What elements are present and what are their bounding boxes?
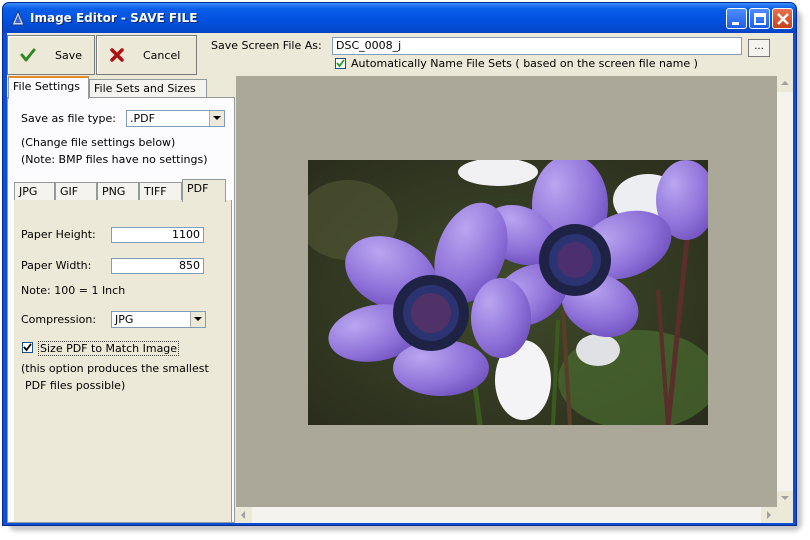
- window-title: Image Editor - SAVE FILE: [30, 11, 198, 25]
- compression-label: Compression:: [21, 313, 97, 326]
- save-button[interactable]: Save: [7, 35, 95, 75]
- dropdown-arrow[interactable]: [209, 111, 224, 126]
- check-icon: [23, 343, 32, 352]
- tab-jpg[interactable]: JPG: [14, 182, 55, 201]
- pdf-settings-panel: Paper Height: 1100 Paper Width: 850 Note…: [14, 200, 232, 522]
- file-type-value: .PDF: [130, 112, 155, 125]
- chevron-right-icon: [767, 511, 771, 519]
- size-to-image-label[interactable]: Size PDF to Match Image: [38, 341, 180, 356]
- cancel-x-icon: [110, 48, 124, 62]
- compression-select[interactable]: JPG: [111, 311, 206, 328]
- close-icon: [777, 13, 789, 25]
- inch-note: Note: 100 = 1 Inch: [21, 284, 126, 297]
- scroll-up-button[interactable]: [777, 76, 793, 92]
- app-icon: [11, 10, 25, 26]
- format-tabs: JPG GIF PNG TIFF PDF: [14, 179, 234, 202]
- auto-name-checkbox[interactable]: [335, 58, 346, 69]
- browse-button[interactable]: ...: [748, 39, 770, 57]
- scroll-track[interactable]: [778, 92, 792, 491]
- tab-file-settings[interactable]: File Settings: [8, 76, 89, 99]
- image-editor-window: Image Editor - SAVE FILE Save Cancel Sav…: [2, 2, 797, 526]
- chevron-down-icon: [213, 116, 221, 120]
- file-name-input[interactable]: DSC_0008_j: [332, 37, 742, 55]
- preview-image: [308, 160, 708, 425]
- tab-file-sets[interactable]: File Sets and Sizes: [89, 79, 207, 98]
- chevron-left-icon: [241, 511, 245, 519]
- title-bar[interactable]: Image Editor - SAVE FILE: [3, 3, 796, 33]
- change-settings-note: (Change file settings below): [21, 136, 176, 149]
- save-label: Save: [55, 49, 83, 62]
- save-as-label: Save Screen File As:: [211, 39, 322, 52]
- chevron-down-icon: [781, 496, 789, 500]
- tab-gif[interactable]: GIF: [55, 182, 97, 201]
- image-preview-area[interactable]: [236, 76, 793, 523]
- tab-pdf[interactable]: PDF: [182, 179, 226, 202]
- paper-height-input[interactable]: 1100: [111, 227, 204, 243]
- option-note-cont: PDF files possible): [25, 379, 126, 392]
- bmp-note: (Note: BMP files have no settings): [21, 153, 208, 166]
- paper-width-input[interactable]: 850: [111, 258, 204, 274]
- checkmark-icon: [20, 48, 36, 62]
- cancel-label: Cancel: [143, 49, 181, 62]
- paper-width-label: Paper Width:: [21, 259, 92, 272]
- check-icon: [336, 59, 345, 68]
- cancel-button[interactable]: Cancel: [96, 35, 197, 75]
- tab-png[interactable]: PNG: [97, 182, 139, 201]
- compression-value: JPG: [115, 313, 134, 326]
- file-type-select[interactable]: .PDF: [126, 110, 225, 127]
- close-button[interactable]: [772, 8, 793, 29]
- scroll-right-button[interactable]: [761, 507, 777, 523]
- chevron-down-icon: [194, 317, 202, 321]
- scroll-left-button[interactable]: [236, 507, 252, 523]
- file-type-label: Save as file type:: [21, 112, 116, 125]
- maximize-button[interactable]: [749, 8, 770, 29]
- minimize-icon: [732, 22, 739, 25]
- scroll-down-button[interactable]: [777, 491, 793, 507]
- dropdown-arrow[interactable]: [190, 312, 205, 327]
- auto-name-label: Automatically Name File Sets ( based on …: [351, 57, 698, 70]
- maximize-icon: [754, 13, 766, 25]
- vertical-scrollbar[interactable]: [777, 76, 793, 507]
- horizontal-scrollbar[interactable]: [236, 507, 777, 523]
- tab-tiff[interactable]: TIFF: [139, 182, 182, 201]
- scrollbar-corner: [777, 507, 793, 523]
- window-client: Save Cancel Save Screen File As: DSC_000…: [7, 33, 793, 523]
- option-note: (this option produces the smallest: [21, 362, 209, 375]
- file-settings-panel: Save as file type: .PDF (Change file set…: [7, 97, 235, 523]
- chevron-up-icon: [781, 81, 789, 85]
- size-to-image-checkbox[interactable]: [22, 342, 33, 353]
- settings-tabs: File Settings File Sets and Sizes: [7, 76, 235, 99]
- minimize-button[interactable]: [726, 8, 747, 29]
- paper-height-label: Paper Height:: [21, 228, 96, 241]
